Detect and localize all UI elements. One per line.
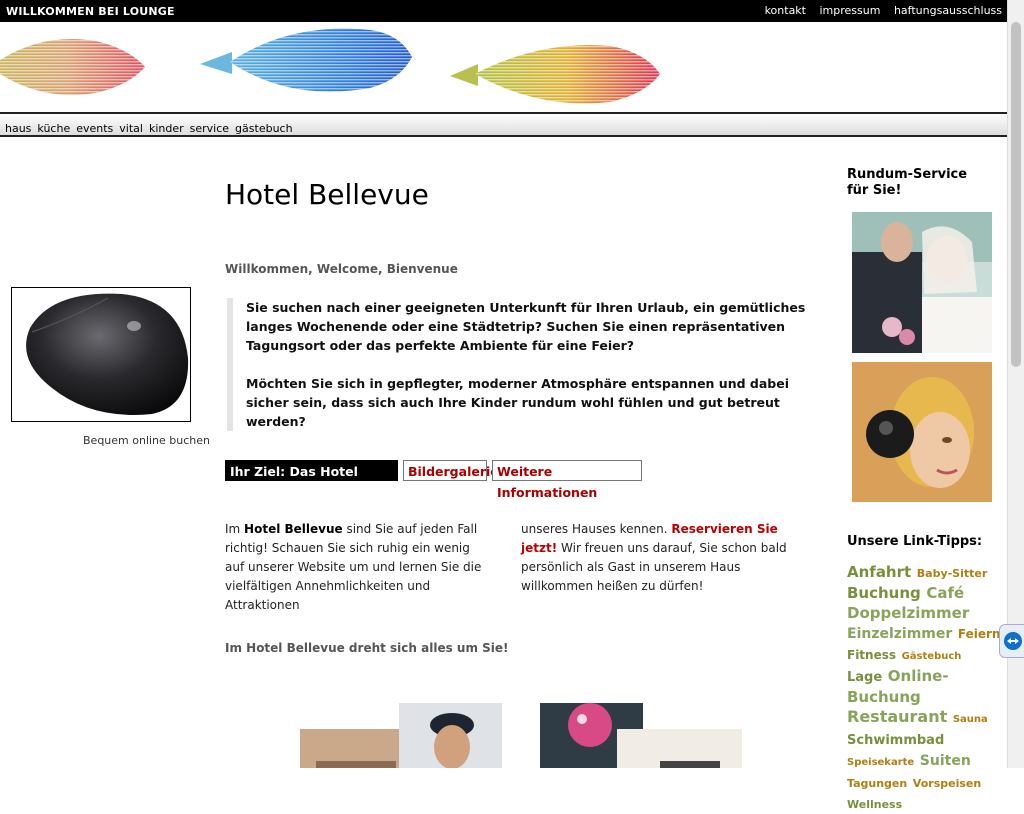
text-column-2: unseres Hauses kennen. Reservieren Sie j… (521, 520, 811, 596)
promo-caption[interactable]: Bequem online buchen (83, 434, 210, 447)
nav-kinder[interactable]: kinder (149, 122, 184, 135)
quote-paragraph-2: Möchten Sie sich in gepflegter, moderner… (246, 376, 789, 429)
wedding-couple-image (852, 212, 992, 353)
col1-hotel-name: Hotel Bellevue (244, 522, 343, 536)
tag-link[interactable]: Doppelzimmer (847, 604, 969, 622)
nav-vital[interactable]: vital (119, 122, 143, 135)
tag-cloud: Anfahrt Baby-Sitter Buchung Café Doppelz… (847, 562, 1002, 814)
promo-mouse-image[interactable] (11, 287, 191, 422)
text-column-1: Im Hotel Bellevue sind Sie auf jeden Fal… (225, 520, 487, 615)
photo-collage-left[interactable] (300, 703, 502, 768)
header-banner (0, 22, 1008, 112)
tag-link[interactable]: Tagungen (847, 777, 907, 790)
wedding-photo[interactable] (852, 212, 992, 353)
teamviewer-tab[interactable] (999, 624, 1024, 658)
link-impressum[interactable]: impressum (820, 4, 881, 17)
tag-link[interactable]: Suiten (920, 753, 971, 769)
tag-link[interactable]: Sauna (953, 714, 988, 725)
tab-hotel-ziel[interactable]: Ihr Ziel: Das Hotel Bellevue (225, 460, 398, 500)
site-title: WILLKOMMEN BEI LOUNGE (6, 5, 175, 18)
tag-link[interactable]: Gästebuch (902, 651, 962, 662)
tag-link[interactable]: Café (926, 584, 964, 602)
woman-mirror-image (852, 362, 992, 502)
tag-link[interactable]: Fitness (847, 648, 896, 662)
main-nav: haus küche events vital kinder service gästebu… (0, 112, 1008, 137)
tag-link[interactable]: Lage (847, 670, 882, 685)
welcome-line: Willkommen, Welcome, Bienvenue (225, 262, 458, 276)
tag-link[interactable]: Schwimmbad (847, 733, 944, 748)
tag-link[interactable]: Wellness (847, 798, 902, 811)
nav-events[interactable]: events (76, 122, 113, 135)
link-kontakt[interactable]: kontakt (765, 4, 806, 17)
quote-paragraph-1: Sie suchen nach einer geeigneten Unterku… (246, 300, 806, 353)
fish-banner-graphic (0, 28, 660, 104)
tag-link[interactable]: Feiern (958, 627, 1001, 641)
nav-gaestebuch[interactable]: gästebuch (235, 122, 293, 135)
tag-link[interactable]: Einzelzimmer (847, 626, 952, 642)
tag-link[interactable]: Vorspeisen (913, 777, 981, 790)
tag-link[interactable]: Buchung (847, 584, 921, 602)
tag-link[interactable]: Speisekarte (847, 757, 914, 768)
nav-kueche[interactable]: küche (37, 122, 70, 135)
col1-prefix: Im (225, 522, 245, 536)
link-haftungsausschluss[interactable]: haftungsausschluss (894, 4, 1002, 17)
section-heading: Im Hotel Bellevue dreht sich alles um Si… (225, 641, 509, 655)
photo-collage-right[interactable] (540, 703, 742, 768)
top-links: kontakt impressum haftungsausschluss (755, 4, 1002, 17)
computer-mouse-icon (26, 293, 189, 415)
fish-2-icon (200, 28, 412, 92)
tag-link[interactable]: Anfahrt (847, 563, 911, 581)
col2-prefix: unseres Hauses kennen. (521, 522, 672, 536)
nav-haus[interactable]: haus (5, 122, 31, 135)
tab-bildergalerie[interactable]: Bildergalerie (403, 460, 499, 481)
nav-service[interactable]: service (190, 122, 229, 135)
fish-1-icon (0, 39, 145, 95)
links-heading: Unsere Link-Tipps: (847, 534, 983, 549)
photo-collage-left-image (300, 703, 502, 768)
service-heading: Rundum-Service für Sie! (847, 167, 968, 198)
makeup-photo[interactable] (852, 362, 992, 502)
scrollbar-thumb[interactable] (1011, 22, 1021, 367)
col2-text: Wir freuen uns darauf, Sie schon bald pe… (521, 541, 787, 593)
photo-collage-right-image (540, 703, 742, 768)
tab-weitere-informationen[interactable]: Weitere Informationen (492, 460, 642, 500)
tag-link[interactable]: Baby-Sitter (917, 567, 988, 580)
fish-3-icon (450, 45, 660, 104)
tag-link[interactable]: Restaurant (847, 707, 947, 726)
top-bar: WILLKOMMEN BEI LOUNGE kontakt impressum … (0, 0, 1008, 22)
page-title: Hotel Bellevue (225, 178, 429, 211)
teamviewer-icon (1004, 632, 1022, 650)
intro-quote: Sie suchen nach einer geeigneten Unterku… (227, 298, 811, 431)
